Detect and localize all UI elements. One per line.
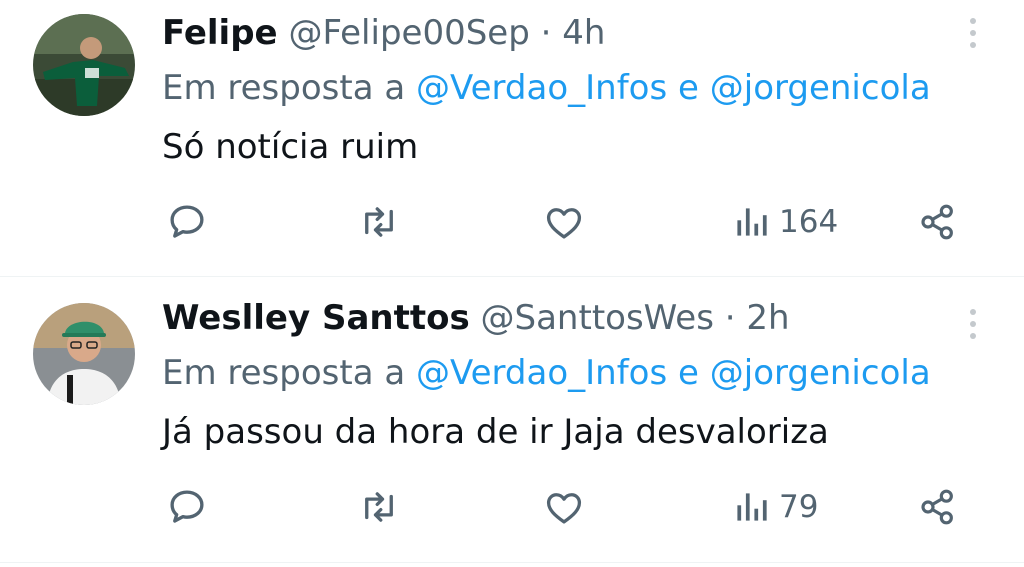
tweet[interactable]: Felipe @Felipe00Sep · 4h Em resposta a @… [0,0,1024,276]
heart-icon [546,493,582,524]
retweet-icon [365,492,393,522]
like-button[interactable] [543,200,585,244]
mention-link[interactable]: @jorgenicola [710,68,931,108]
views-icon [737,493,767,521]
heart-icon [546,208,582,239]
more-icon[interactable] [968,309,978,345]
tweet-text: Só notícia ruim [162,127,419,167]
retweet-button[interactable] [357,485,401,529]
share-icon [921,204,953,240]
views-count: 79 [779,489,819,525]
retweet-button[interactable] [357,200,401,244]
tweet-actions: 79 [0,477,1024,537]
mention-link[interactable]: @Verdao_Infos [416,353,667,393]
mention-link[interactable]: @jorgenicola [710,353,931,393]
more-icon[interactable] [968,18,978,54]
retweet-icon [365,207,393,237]
timestamp[interactable]: 2h [746,298,789,338]
display-name[interactable]: Felipe [162,13,278,53]
user-handle[interactable]: @Felipe00Sep [288,13,529,53]
share-button[interactable] [918,485,958,529]
avatar-image [33,303,135,405]
views-button[interactable]: 164 [733,200,838,244]
share-button[interactable] [918,200,958,244]
timestamp[interactable]: 4h [562,13,605,53]
display-name[interactable]: Weslley Santtos [162,298,470,338]
divider [0,562,1024,563]
separator: · [540,13,552,53]
like-button[interactable] [543,485,585,529]
user-handle[interactable]: @SanttosWes [481,298,714,338]
reply-button[interactable] [166,485,208,529]
reply-icon [170,490,204,523]
tweet[interactable]: Weslley Santtos @SanttosWes · 2h Em resp… [0,276,1024,552]
mention-conjunction: e [678,68,699,108]
views-button[interactable]: 79 [733,485,818,529]
mention-conjunction: e [678,353,699,393]
avatar[interactable] [33,14,135,116]
tweet-header: Felipe @Felipe00Sep · 4h [162,12,605,54]
reply-button[interactable] [166,200,208,244]
share-icon [921,489,953,525]
tweet-header: Weslley Santtos @SanttosWes · 2h [162,297,790,339]
avatar[interactable] [33,303,135,405]
reply-icon [170,205,204,238]
reply-prefix: Em resposta a [162,68,406,108]
mention-link[interactable]: @Verdao_Infos [416,68,667,108]
reply-context: Em resposta a @Verdao_Infos e @jorgenico… [162,352,931,394]
tweet-actions: 164 [0,192,1024,252]
reply-context: Em resposta a @Verdao_Infos e @jorgenico… [162,67,931,109]
views-icon [737,208,767,236]
separator: · [724,298,736,338]
tweet-text: Já passou da hora de ir Jaja desvaloriza [162,412,829,452]
reply-prefix: Em resposta a [162,353,406,393]
avatar-image [33,14,135,116]
views-count: 164 [779,204,839,240]
